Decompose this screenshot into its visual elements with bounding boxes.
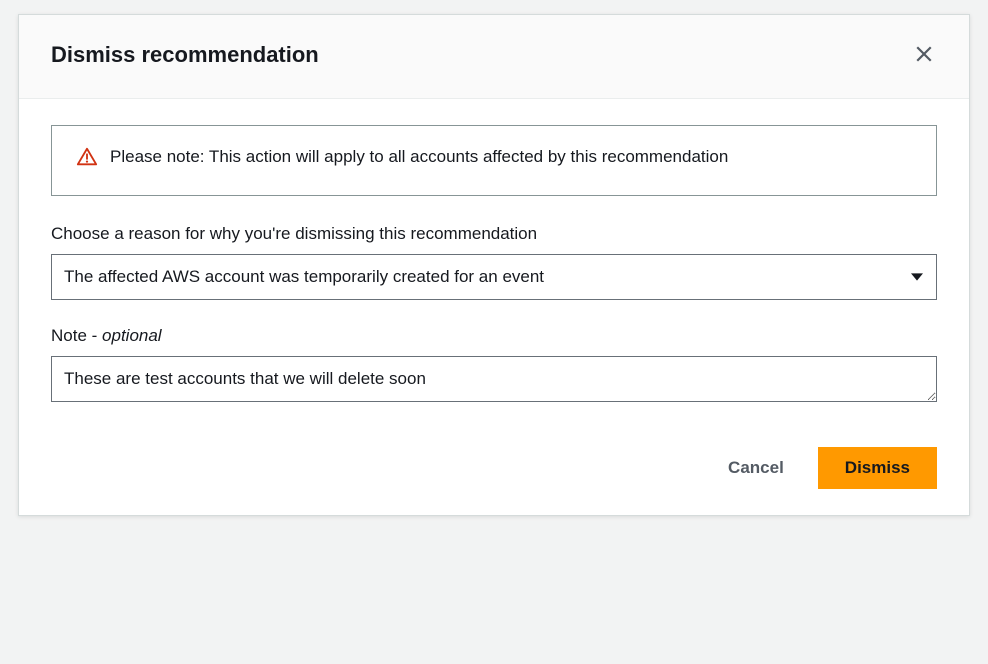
alert-text: Please note: This action will apply to a… <box>110 144 728 170</box>
note-label-optional: optional <box>102 326 162 345</box>
cancel-button[interactable]: Cancel <box>712 448 800 488</box>
reason-select-wrapper: The affected AWS account was temporarily… <box>51 254 937 300</box>
modal-footer: Cancel Dismiss <box>19 427 969 515</box>
dismiss-button[interactable]: Dismiss <box>818 447 937 489</box>
warning-alert: Please note: This action will apply to a… <box>51 125 937 196</box>
note-label-prefix: Note - <box>51 326 102 345</box>
note-label: Note - optional <box>51 326 937 346</box>
note-textarea[interactable] <box>51 356 937 402</box>
modal-header: Dismiss recommendation <box>19 15 969 99</box>
modal-body: Please note: This action will apply to a… <box>19 99 969 427</box>
reason-select[interactable]: The affected AWS account was temporarily… <box>51 254 937 300</box>
close-button[interactable] <box>911 41 937 70</box>
modal-title: Dismiss recommendation <box>51 41 319 70</box>
close-icon <box>915 45 933 66</box>
reason-label: Choose a reason for why you're dismissin… <box>51 224 937 244</box>
dismiss-recommendation-modal: Dismiss recommendation Please note: This… <box>18 14 970 516</box>
warning-triangle-icon <box>76 146 98 173</box>
